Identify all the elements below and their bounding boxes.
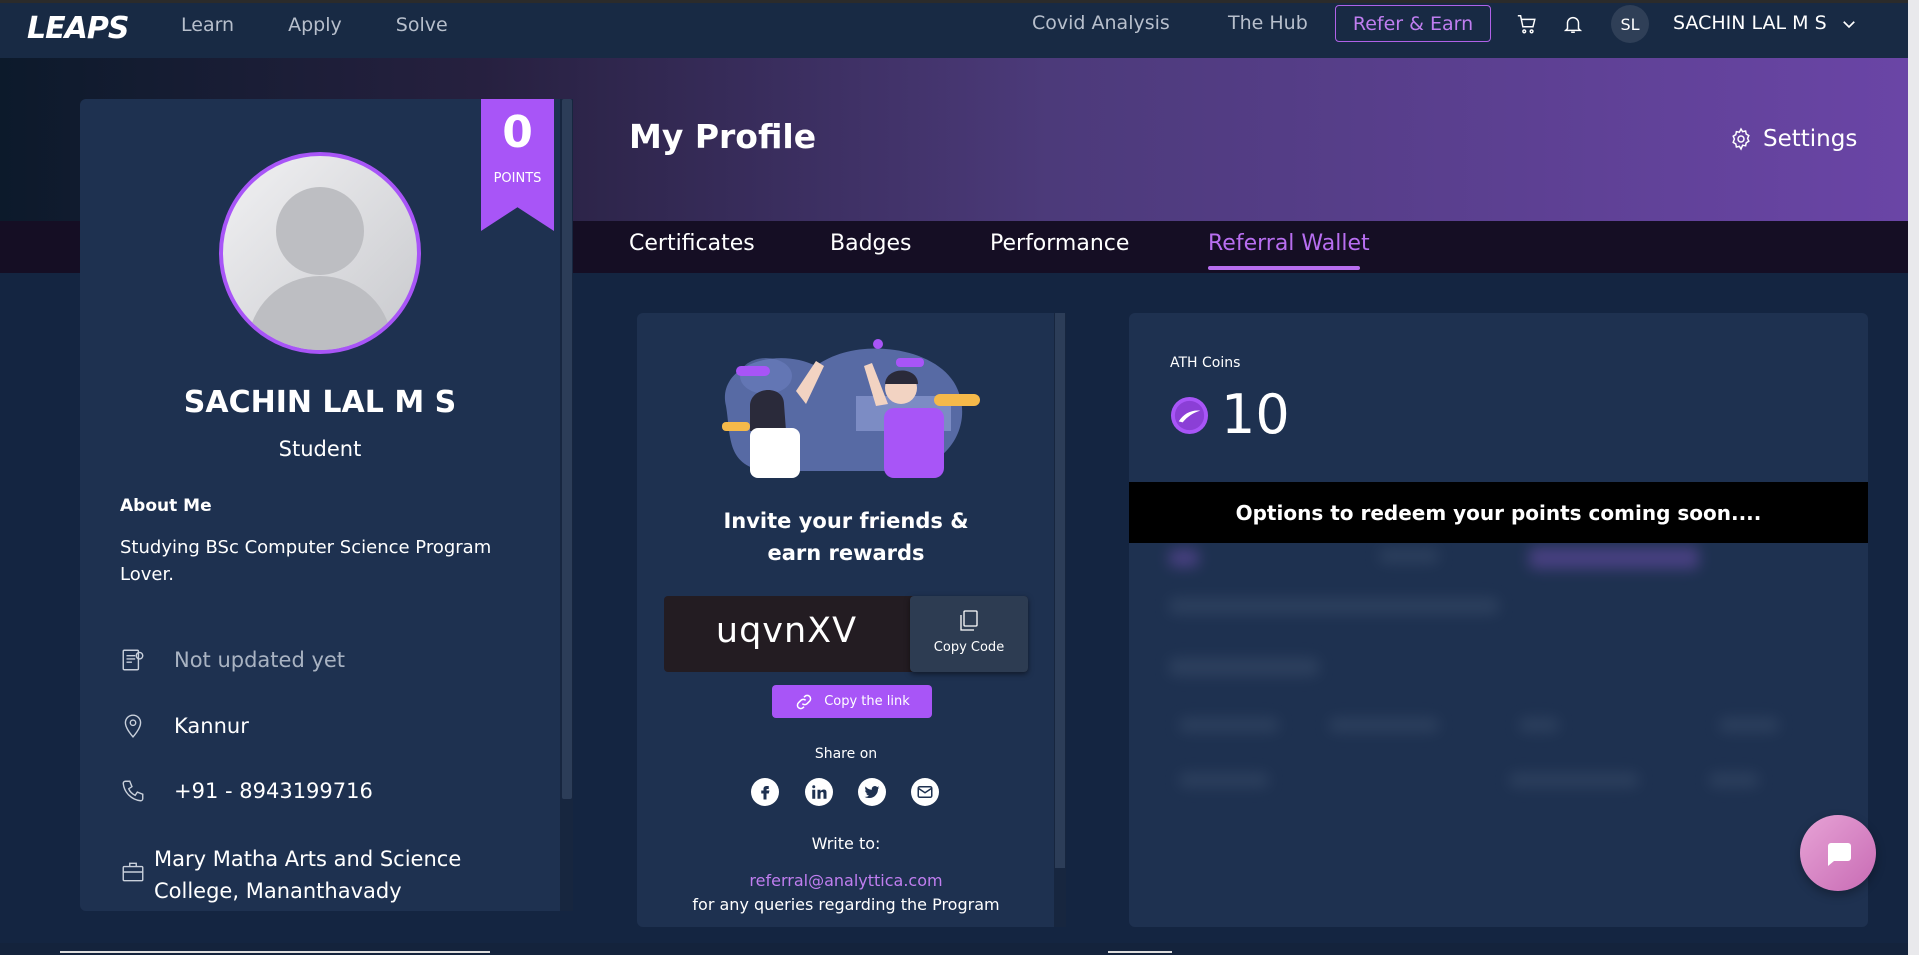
nav-learn[interactable]: Learn [181,14,234,36]
twitter-icon[interactable] [858,778,886,806]
user-avatar[interactable]: SL [1611,5,1649,43]
dob-row: Not updated yet [120,647,345,673]
points-label: POINTS [493,171,542,186]
share-on-label: Share on [814,746,878,762]
about-heading: About Me [120,496,212,516]
mail-icon[interactable] [911,778,939,806]
refer-earn-button[interactable]: Refer & Earn [1335,5,1491,42]
phone-icon [122,780,144,802]
high-five-illustration [722,339,980,478]
page-scrollbar[interactable] [1908,0,1919,955]
bottom-strip [0,943,1908,955]
nav-solve[interactable]: Solve [396,14,448,36]
chat-button[interactable] [1800,815,1876,891]
profile-avatar[interactable] [219,152,421,354]
briefcase-icon [122,862,144,882]
location-row: Kannur [120,713,249,739]
page-title: My Profile [629,117,817,156]
active-tab-indicator [1208,266,1360,270]
nav-the-hub[interactable]: The Hub [1228,12,1308,34]
profile-card-scroll-thumb[interactable] [562,99,572,799]
profile-name: SACHIN LAL M S [183,385,457,420]
ath-coins-label: ATH Coins [1170,355,1241,371]
settings-label: Settings [1763,126,1858,152]
tab-referral-wallet[interactable]: Referral Wallet [1208,231,1370,256]
referral-code[interactable]: uqvnXV [664,611,909,651]
tab-certificates[interactable]: Certificates [629,231,755,256]
referral-email-link[interactable]: referral@analyttica.com [637,871,1055,890]
redeem-text: Options to redeem your points coming soo… [1235,500,1762,525]
copy-code-label: Copy Code [933,640,1005,655]
coin-icon [1170,396,1209,435]
copy-code-button[interactable]: Copy Code [910,596,1028,672]
tab-badges[interactable]: Badges [830,231,912,256]
invite-heading: Invite your friends & earn rewards [637,505,1055,569]
facebook-icon[interactable] [751,778,779,806]
dob-value: Not updated yet [174,648,346,672]
college-row [120,859,146,885]
points-value: 0 [502,107,533,158]
ath-coins-value: 10 [1221,383,1290,446]
link-icon [796,694,812,709]
invite-text: Invite your friends & earn rewards [723,509,969,565]
primary-nav: Learn Apply Solve [181,14,502,36]
bell-icon[interactable] [1562,13,1584,35]
leaps-logo[interactable]: LEAPS [27,11,129,46]
chevron-down-icon[interactable] [1840,15,1858,33]
referral-note: for any queries regarding the Program [692,895,1000,914]
copy-link-button[interactable]: Copy the link [772,685,932,718]
about-text: Studying BSc Computer Science Program Lo… [120,537,492,585]
id-card-icon [122,649,144,671]
linkedin-icon[interactable] [805,778,833,806]
write-to-label: Write to: [811,834,881,853]
user-menu-name[interactable]: SACHIN LAL M S [1673,12,1827,34]
default-user-icon [248,187,392,350]
redeem-banner: Options to redeem your points coming soo… [1129,482,1868,543]
nav-apply[interactable]: Apply [288,14,342,36]
settings-button[interactable]: Settings [1729,126,1857,152]
gear-icon [1732,127,1750,151]
referral-card-scroll-thumb[interactable] [1055,313,1065,868]
college-value: Mary Matha Arts and Science College, Man… [154,847,462,903]
copy-link-label: Copy the link [824,694,910,709]
copy-icon [960,610,978,631]
phone-row: +91 - 8943199716 [120,778,373,804]
cart-icon[interactable] [1516,13,1538,35]
nav-covid-analysis[interactable]: Covid Analysis [1032,12,1170,34]
phone-value: +91 - 8943199716 [174,779,373,803]
tab-performance[interactable]: Performance [990,231,1129,256]
profile-role: Student [278,437,362,461]
bottom-divider-short [1108,951,1172,953]
chat-bubble-icon [1828,843,1851,866]
redeem-options-placeholder [1129,543,1868,823]
bottom-divider [60,951,490,953]
location-value: Kannur [174,714,249,738]
location-pin-icon [124,714,142,738]
